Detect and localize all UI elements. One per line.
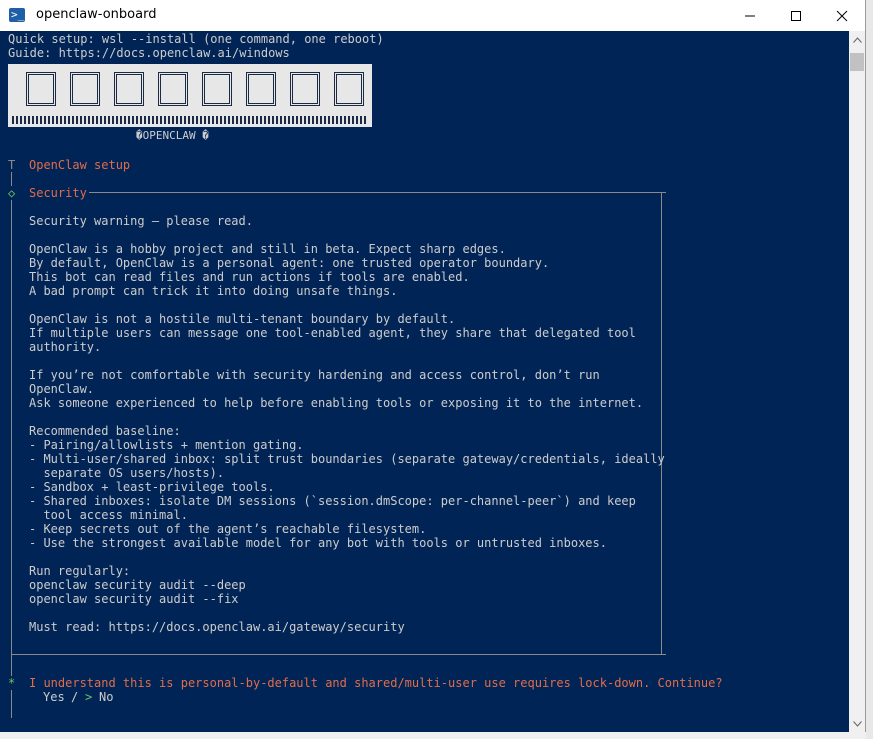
section-frame-top	[89, 192, 666, 193]
console-window: >_ openclaw-onboard Quick setup: wsl --i…	[0, 0, 866, 739]
body-line: openclaw security audit --deep	[29, 578, 246, 592]
section-title: Security	[29, 186, 87, 200]
scroll-thumb[interactable]	[850, 53, 864, 71]
body-line: Recommended baseline:	[29, 424, 181, 438]
body-line: separate OS users/hosts).	[29, 466, 225, 480]
prompt-marker: *	[8, 676, 16, 690]
option-yes[interactable]: Yes	[43, 690, 65, 704]
body-line: tool access minimal.	[29, 508, 188, 522]
body-line: OpenClaw is a hobby project and still in…	[29, 242, 506, 256]
scroll-up-button[interactable]	[849, 31, 865, 48]
openclaw-logo	[8, 64, 372, 127]
window-title: openclaw-onboard	[36, 7, 157, 22]
option-separator: /	[71, 690, 79, 704]
prompt-question: I understand this is personal-by-default…	[29, 676, 723, 690]
body-line: - Multi-user/shared inbox: split trust b…	[29, 452, 665, 466]
terminal-area[interactable]: Quick setup: wsl --install (one command,…	[0, 31, 849, 732]
powershell-icon: >_	[9, 8, 25, 22]
maximize-icon	[791, 10, 801, 21]
setup-marker: T	[8, 158, 16, 172]
body-line: OpenClaw is not a hostile multi-tenant b…	[29, 312, 456, 326]
body-line: Must read: https://docs.openclaw.ai/gate…	[29, 620, 405, 634]
section-frame-right	[661, 192, 662, 654]
body-line: Run regularly:	[29, 564, 131, 578]
guide-line: Guide: https://docs.openclaw.ai/windows	[8, 46, 290, 60]
body-line: If multiple users can message one tool-e…	[29, 326, 636, 340]
body-line: Ask someone experienced to help before e…	[29, 396, 644, 410]
body-line: openclaw security audit --fix	[29, 592, 239, 606]
section-frame-bottom	[12, 654, 666, 655]
minimize-button[interactable]	[727, 0, 773, 31]
option-no[interactable]: No	[99, 690, 113, 704]
chevron-up-icon	[852, 36, 862, 43]
scroll-down-button[interactable]	[849, 715, 865, 732]
quick-setup-line: Quick setup: wsl --install (one command,…	[8, 32, 384, 46]
body-line: By default, OpenClaw is a personal agent…	[29, 256, 550, 270]
desktop-background	[866, 0, 873, 739]
body-line: - Use the strongest available model for …	[29, 536, 607, 550]
body-line: OpenClaw.	[29, 382, 95, 396]
minimize-icon	[745, 15, 755, 16]
section-marker: ◇	[8, 186, 16, 200]
body-line: authority.	[29, 340, 102, 354]
body-line: If you’re not comfortable with security …	[29, 368, 600, 382]
setup-title: OpenClaw setup	[29, 158, 131, 172]
body-line: This bot can read files and run actions …	[29, 270, 470, 284]
body-line: - Sandbox + least-privilege tools.	[29, 480, 275, 494]
body-line: A bad prompt can trick it into doing uns…	[29, 284, 398, 298]
chevron-down-icon	[852, 720, 862, 727]
close-button[interactable]	[819, 0, 865, 31]
window-bottom-edge	[0, 732, 866, 739]
body-line: Security warning — please read.	[29, 214, 253, 228]
close-icon	[836, 10, 848, 21]
vertical-scrollbar[interactable]	[849, 31, 865, 732]
body-line: - Keep secrets out of the agent’s reacha…	[29, 522, 427, 536]
selected-marker: >	[85, 690, 93, 704]
body-line: - Pairing/allowlists + mention gating.	[29, 438, 304, 452]
maximize-button[interactable]	[773, 0, 819, 31]
title-bar[interactable]: >_ openclaw-onboard	[0, 0, 865, 31]
body-line: - Shared inboxes: isolate DM sessions (`…	[29, 494, 636, 508]
logo-caption: �OPENCLAW �	[136, 129, 209, 142]
